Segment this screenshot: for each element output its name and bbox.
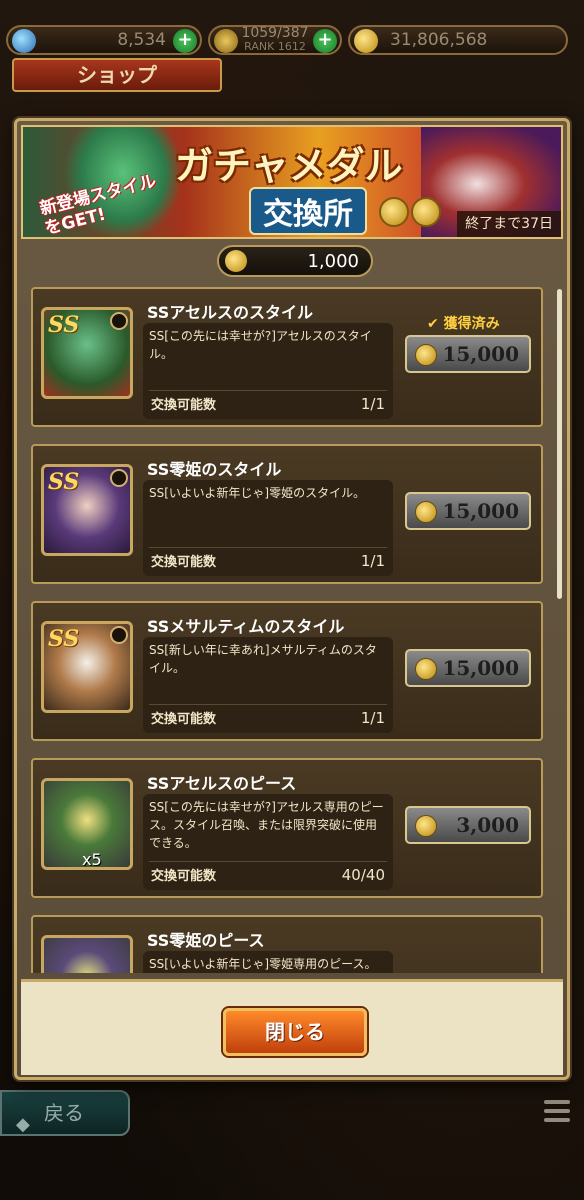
medal-coin-icon: [415, 501, 437, 523]
medal-coin-icon: [415, 658, 437, 680]
limit-value: 1/1: [360, 709, 385, 727]
stamina-value: 1059/387: [241, 25, 309, 41]
limit-value: 40/40: [341, 866, 385, 884]
gold-coin-icon: [354, 29, 378, 53]
ss-rank-icon: SS: [48, 469, 80, 495]
event-deadline: 終了まで37日: [457, 211, 561, 237]
item-name: SSメサルティムのスタイル: [147, 617, 345, 636]
limit-value: 1/1: [360, 552, 385, 570]
ss-rank-icon: SS: [48, 626, 80, 652]
gold-counter: 31,806,568: [348, 25, 568, 55]
medal-coin-icon: [225, 250, 247, 272]
item-description-box: SS[いよいよ新年じゃ]零姫のスタイル。 交換可能数 1/1: [143, 480, 393, 576]
medal-icon: [379, 197, 409, 227]
item-description: SS[いよいよ新年じゃ]零姫のスタイル。: [149, 486, 366, 500]
acquired-label: 獲得済み: [443, 316, 500, 332]
exchange-button[interactable]: 15,000: [405, 335, 531, 373]
add-gems-button[interactable]: +: [173, 29, 197, 53]
item-description: SS[いよいよ新年じゃ]零姫専用のピース。: [149, 957, 377, 971]
rank-value: RANK 1612: [244, 40, 306, 53]
item-thumbnail: SS: [41, 464, 133, 556]
gem-counter: 8,534 +: [6, 25, 202, 55]
add-stamina-button[interactable]: +: [313, 29, 337, 53]
exchange-button[interactable]: 15,000: [405, 649, 531, 687]
divider: [149, 390, 387, 391]
exchange-item[interactable]: SS SSメサルティムのスタイル SS[新しい年に幸あれ]メサルティムのスタイル…: [31, 601, 543, 741]
medal-coin-icon: [415, 815, 437, 837]
item-name: SSアセルスのスタイル: [147, 303, 314, 322]
limit-label: 交換可能数: [151, 869, 217, 884]
exchange-list[interactable]: SS SSアセルスのスタイル SS[この先には幸せが?]アセルスのスタイル。 交…: [31, 287, 551, 973]
divider: [149, 861, 387, 862]
banner-medals: [379, 197, 441, 227]
item-thumbnail: SS: [41, 621, 133, 713]
banner-subtitle: 交換所: [249, 187, 367, 235]
menu-icon[interactable]: [544, 1100, 570, 1126]
item-name: SSアセルスのピース: [147, 774, 297, 793]
status-bar: 8,534 + 1059/387 RANK 1612 + 31,806,568: [0, 22, 584, 58]
close-button[interactable]: 閉じる: [223, 1008, 367, 1056]
ss-rank-icon: SS: [48, 312, 80, 338]
item-description-box: SS[この先には幸せが?]アセルス専用のピース。スタイル召喚、または限界突破に使…: [143, 794, 393, 890]
price-value: 15,000: [442, 499, 519, 523]
item-name: SS零姫のピース: [147, 931, 265, 950]
medal-balance: 1,000: [217, 245, 373, 277]
event-banner: 新登場スタイルをGET! ガチャメダル 交換所 終了まで37日: [21, 125, 563, 239]
key-icon: [110, 626, 128, 644]
piece-count: x5: [82, 850, 102, 869]
exchange-button[interactable]: 3,000: [405, 806, 531, 844]
back-button[interactable]: ◆ 戻る: [0, 1090, 130, 1136]
exchange-item[interactable]: SS SS零姫のスタイル SS[いよいよ新年じゃ]零姫のスタイル。 交換可能数 …: [31, 444, 543, 584]
divider: [149, 704, 387, 705]
medal-coin-icon: [415, 344, 437, 366]
limit-label: 交換可能数: [151, 712, 217, 727]
item-thumbnail: SS: [41, 307, 133, 399]
item-description: SS[この先には幸せが?]アセルス専用のピース。スタイル召喚、または限界突破に使…: [149, 800, 384, 850]
banner-title: ガチャメダル: [175, 143, 403, 188]
exchange-modal: 新登場スタイルをGET! ガチャメダル 交換所 終了まで37日 1,000 SS…: [14, 118, 570, 1080]
price-value: 3,000: [456, 813, 519, 837]
item-description-box: SS[いよいよ新年じゃ]零姫専用のピース。: [143, 951, 393, 973]
stamina-rank-counter: 1059/387 RANK 1612 +: [208, 25, 342, 55]
key-icon: [110, 312, 128, 330]
back-label: 戻る: [44, 1101, 84, 1125]
divider: [149, 547, 387, 548]
gold-value: 31,806,568: [390, 30, 488, 50]
item-thumbnail: x5: [41, 778, 133, 870]
price-value: 15,000: [442, 342, 519, 366]
item-description-box: SS[新しい年に幸あれ]メサルティムのスタイル。 交換可能数 1/1: [143, 637, 393, 733]
medal-icon: [411, 197, 441, 227]
acquired-badge: ✔ 獲得済み: [427, 316, 500, 332]
limit-label: 交換可能数: [151, 398, 217, 413]
limit-label: 交換可能数: [151, 555, 217, 570]
exchange-item[interactable]: SS SSアセルスのスタイル SS[この先には幸せが?]アセルスのスタイル。 交…: [31, 287, 543, 427]
bolt-icon: [214, 29, 238, 53]
item-thumbnail: [41, 935, 133, 973]
medal-balance-value: 1,000: [307, 250, 359, 272]
modal-footer: 閉じる: [21, 979, 563, 1075]
exchange-item[interactable]: x5 SSアセルスのピース SS[この先には幸せが?]アセルス専用のピース。スタ…: [31, 758, 543, 898]
item-description: SS[この先には幸せが?]アセルスのスタイル。: [149, 329, 372, 361]
limit-value: 1/1: [360, 395, 385, 413]
exchange-button[interactable]: 15,000: [405, 492, 531, 530]
exchange-item[interactable]: SS零姫のピース SS[いよいよ新年じゃ]零姫専用のピース。: [31, 915, 543, 973]
shop-tab[interactable]: ショップ: [12, 58, 222, 92]
key-icon: [110, 469, 128, 487]
scrollbar[interactable]: [557, 289, 562, 599]
back-arrow-icon: ◆: [16, 1114, 30, 1135]
gem-icon: [12, 29, 36, 53]
gem-value: 8,534: [117, 30, 166, 50]
item-description: SS[新しい年に幸あれ]メサルティムのスタイル。: [149, 643, 377, 675]
price-value: 15,000: [442, 656, 519, 680]
item-description-box: SS[この先には幸せが?]アセルスのスタイル。 交換可能数 1/1: [143, 323, 393, 419]
item-name: SS零姫のスタイル: [147, 460, 282, 479]
